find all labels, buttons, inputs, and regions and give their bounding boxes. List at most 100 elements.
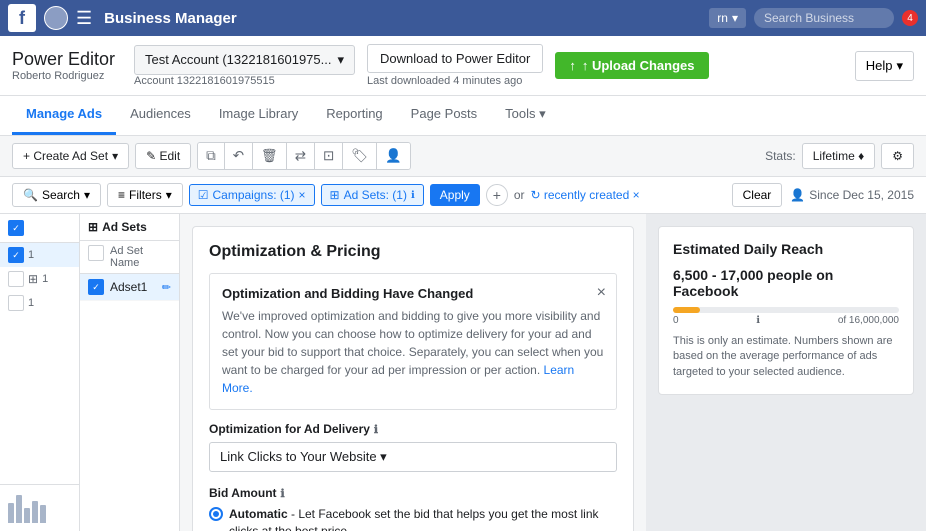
campaigns-filter-tag[interactable]: ☑ Campaigns: (1) ×: [189, 184, 315, 206]
reach-info-icon[interactable]: ℹ: [756, 315, 760, 326]
reach-title: Estimated Daily Reach: [673, 241, 899, 257]
recently-created-tag[interactable]: ↻ recently created ×: [530, 188, 639, 202]
refresh-icon: ↻: [530, 188, 540, 202]
reach-bar-labels: 0 ℹ of 16,000,000: [673, 315, 899, 326]
reach-count: 6,500 - 17,000 people on Facebook: [673, 267, 899, 299]
calendar-icon: 👤: [790, 188, 805, 202]
bid-amount-row: Bid Amount ℹ Automatic - Let Facebook se…: [209, 486, 617, 531]
grid-icon: ⊞: [330, 188, 340, 202]
select-all-campaigns-checkbox[interactable]: ✓: [8, 220, 24, 236]
optimization-delivery-dropdown[interactable]: Link Clicks to Your Website ▾: [209, 442, 617, 472]
tab-reporting[interactable]: Reporting: [312, 96, 396, 135]
download-info-area: Download to Power Editor Last downloaded…: [367, 44, 543, 87]
ads-checkbox[interactable]: [8, 295, 24, 311]
clear-button[interactable]: Clear: [732, 183, 783, 207]
main-content-area: ✓ ✓ 1 ⊞ 1 1 ⊞ Ad Sets: [0, 214, 926, 531]
filter-right-section: Clear 👤 Since Dec 15, 2015: [732, 183, 914, 207]
facebook-logo: f: [8, 4, 36, 32]
action-buttons-group: ⧉ ↶ 🗑 ⇄ ⊡ 🏷 👤: [197, 142, 411, 170]
bid-amount-label: Bid Amount ℹ: [209, 486, 617, 500]
add-filter-button[interactable]: +: [486, 184, 508, 206]
adsets-filter-tag[interactable]: ⊞ Ad Sets: (1) ℹ: [321, 184, 424, 206]
tag-button[interactable]: 🏷: [343, 143, 377, 169]
bar-5: [40, 505, 46, 523]
chevron-down-icon: ▾: [896, 58, 903, 74]
optimization-card: Optimization & Pricing Optimization and …: [192, 226, 634, 531]
bar-3: [24, 508, 30, 523]
checkbox-icon: ☑: [198, 188, 209, 202]
global-search-input[interactable]: [754, 8, 894, 28]
notification-badge[interactable]: 4: [902, 10, 918, 26]
pe-title-block: Power Editor Roberto Rodriguez: [12, 49, 122, 83]
upload-changes-button[interactable]: ↑ ↑ Upload Changes: [555, 52, 708, 79]
download-button[interactable]: Download to Power Editor: [367, 44, 543, 73]
adset-checkbox[interactable]: ✓: [88, 279, 104, 295]
account-selector-area: Test Account (1322181601975... ▾ Account…: [134, 45, 355, 87]
help-button[interactable]: Help ▾: [855, 51, 914, 81]
notice-title: Optimization and Bidding Have Changed: [222, 286, 604, 301]
search-filter-button[interactable]: 🔍 Search ▾: [12, 183, 101, 207]
columns-settings-button[interactable]: ⚙: [881, 143, 914, 169]
optimization-panel: Optimization & Pricing Optimization and …: [180, 214, 646, 531]
tab-tools[interactable]: Tools ▾: [491, 96, 560, 135]
split-button[interactable]: ⇄: [287, 143, 315, 169]
user-menu-button[interactable]: rn ▾: [709, 8, 746, 28]
account-select-dropdown[interactable]: Test Account (1322181601975... ▾: [134, 45, 355, 75]
since-date-label: 👤 Since Dec 15, 2015: [790, 188, 914, 202]
duplicate-button[interactable]: ⧉: [198, 143, 225, 169]
nav-right-section: rn ▾ 4: [709, 8, 918, 28]
tab-image-library[interactable]: Image Library: [205, 96, 312, 135]
close-icon[interactable]: ×: [299, 188, 306, 202]
adsets-item[interactable]: ⊞ 1: [0, 267, 79, 291]
chevron-down-icon: ▾: [166, 188, 172, 202]
create-ad-set-button[interactable]: + Create Ad Set ▾: [12, 143, 129, 169]
power-editor-header: Power Editor Roberto Rodriguez Test Acco…: [0, 36, 926, 96]
hamburger-menu-icon[interactable]: ☰: [76, 8, 92, 29]
filters-button[interactable]: ≡ Filters ▾: [107, 183, 183, 207]
bid-info-icon[interactable]: ℹ: [281, 487, 285, 500]
notice-text: We've improved optimization and bidding …: [222, 307, 604, 397]
tab-audiences[interactable]: Audiences: [116, 96, 205, 135]
bar-1: [8, 503, 14, 523]
info-icon[interactable]: ℹ: [374, 423, 378, 436]
user-avatar: [44, 6, 68, 30]
reach-bar-background: [673, 307, 899, 313]
adsets-checkbox[interactable]: [8, 271, 24, 287]
app-title: Business Manager: [104, 10, 701, 27]
adset-row-1[interactable]: ✓ Adset1 ✏: [80, 274, 179, 301]
estimated-reach-card: Estimated Daily Reach 6,500 - 17,000 peo…: [658, 226, 914, 395]
last-downloaded-label: Last downloaded 4 minutes ago: [367, 75, 543, 87]
grid-small-icon: ⊞: [28, 272, 38, 286]
search-icon: 🔍: [23, 188, 38, 202]
grid-icon: ⊞: [88, 220, 98, 234]
tab-page-posts[interactable]: Page Posts: [397, 96, 492, 135]
ads-item[interactable]: 1: [0, 291, 79, 315]
optimization-title: Optimization & Pricing: [209, 243, 617, 261]
stats-section: Stats: Lifetime ♦ ⚙: [765, 143, 914, 169]
campaigns-panel-header: ✓: [0, 214, 79, 243]
info-icon[interactable]: ℹ: [411, 190, 415, 201]
target-button[interactable]: ⊡: [315, 143, 343, 169]
undo-button[interactable]: ↶: [225, 143, 253, 169]
upload-icon: ↑: [569, 58, 576, 73]
filter-bar: 🔍 Search ▾ ≡ Filters ▾ ☑ Campaigns: (1) …: [0, 177, 926, 214]
delete-button[interactable]: 🗑: [253, 143, 287, 169]
campaign-checkbox[interactable]: ✓: [8, 247, 24, 263]
optimization-delivery-label: Optimization for Ad Delivery ℹ: [209, 422, 617, 436]
chart-area: [0, 484, 79, 531]
apply-filter-button[interactable]: Apply: [430, 184, 480, 206]
tab-manage-ads[interactable]: Manage Ads: [12, 96, 116, 135]
select-all-adsets-checkbox[interactable]: [88, 245, 104, 261]
adsets-table-header: Ad Set Name: [80, 241, 179, 274]
notice-close-icon[interactable]: ×: [597, 284, 606, 302]
chevron-down-icon: ▾: [84, 188, 90, 202]
edit-pencil-icon[interactable]: ✏: [162, 281, 171, 294]
lifetime-dropdown[interactable]: Lifetime ♦: [802, 143, 875, 169]
reach-bar-fill: [673, 307, 700, 313]
editor-toolbar: + Create Ad Set ▾ ✎ Edit ⧉ ↶ 🗑 ⇄ ⊡ 🏷 👤 S…: [0, 136, 926, 177]
filter-icon: ≡: [118, 188, 125, 202]
edit-button[interactable]: ✎ Edit: [135, 143, 191, 169]
account-id-label: Account 1322181601975515: [134, 75, 355, 87]
user-button[interactable]: 👤: [377, 143, 410, 169]
campaign-item-1[interactable]: ✓ 1: [0, 243, 79, 267]
